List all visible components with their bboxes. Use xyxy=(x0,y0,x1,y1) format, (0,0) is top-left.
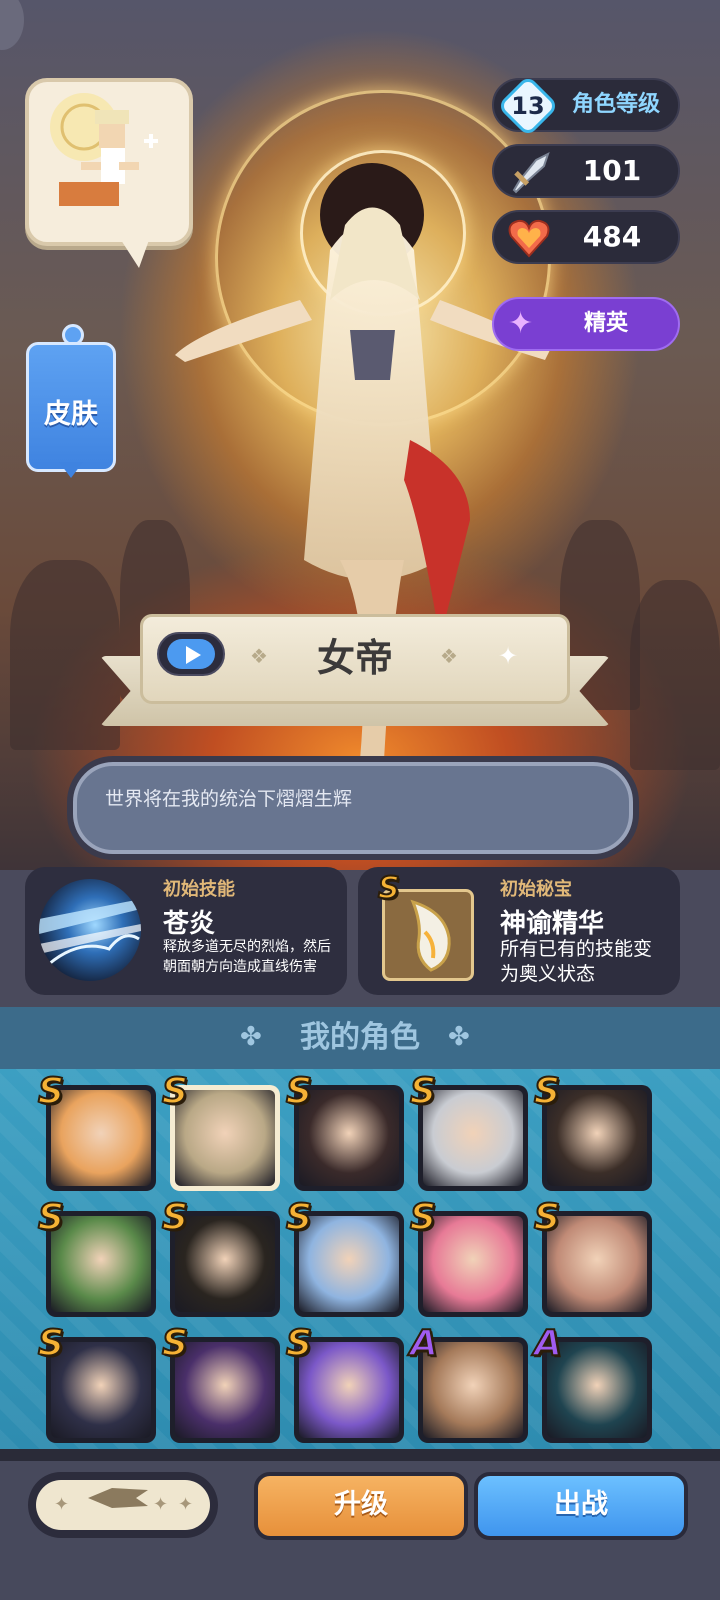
hero-quote: 世界将在我的统治下熠熠生辉 xyxy=(105,788,353,810)
character-slot[interactable]: S xyxy=(37,1070,160,1191)
sword-icon xyxy=(512,152,550,194)
character-portrait xyxy=(547,1342,647,1438)
rank-pill: ✦ 精英 xyxy=(492,297,680,351)
character-slot[interactable]: S xyxy=(409,1196,532,1317)
character-portrait xyxy=(423,1342,523,1438)
character-portrait xyxy=(175,1216,275,1312)
level-pill: 13 角色等级 xyxy=(492,74,680,138)
sparkle-icon: ✦ xyxy=(54,1494,70,1515)
character-portrait xyxy=(51,1216,151,1312)
character-portrait xyxy=(51,1090,151,1186)
character-slot[interactable]: S xyxy=(161,1196,284,1317)
voice-play-button[interactable] xyxy=(157,632,225,676)
character-slot[interactable]: A xyxy=(409,1322,532,1443)
hero-name-banner: 女帝 ❖ ❖ ✦ xyxy=(100,612,610,747)
treasure-grade: S xyxy=(377,870,401,907)
initial-treasure-card[interactable]: S 初始秘宝 神谕精华 所有已有的技能变为奥义状态 xyxy=(358,867,680,995)
character-portrait xyxy=(547,1216,647,1312)
character-portrait xyxy=(175,1090,275,1186)
fleur-icon: ✤ xyxy=(448,1022,470,1052)
sparkle-icon: ✦ xyxy=(178,1494,194,1515)
back-button[interactable]: ✦ ✦ ✦ xyxy=(28,1472,218,1538)
character-grade: S xyxy=(285,1196,313,1239)
character-grade: S xyxy=(161,1322,189,1365)
deploy-button[interactable]: 出战 xyxy=(474,1472,688,1540)
banner-tip xyxy=(59,462,83,478)
bottom-rim xyxy=(0,1449,720,1461)
character-slot[interactable]: S xyxy=(161,1070,284,1191)
character-portrait xyxy=(547,1090,647,1186)
character-portrait xyxy=(423,1090,523,1186)
character-roster: S S S S S S S S S S S S S A A xyxy=(0,1069,720,1449)
blue-flame-skill-icon xyxy=(39,879,141,981)
ornament-icon: ❖ xyxy=(440,644,458,668)
sparkle-icon: ✦ xyxy=(508,306,534,341)
character-slot[interactable]: S xyxy=(533,1196,656,1317)
hero-quote-box: 世界将在我的统治下熠熠生辉 xyxy=(73,762,633,854)
character-grade: S xyxy=(37,1196,65,1239)
character-grade: S xyxy=(285,1070,313,1113)
skill-caption: 初始技能 xyxy=(163,879,235,900)
character-grade: S xyxy=(533,1070,561,1113)
character-slot[interactable]: S xyxy=(409,1070,532,1191)
character-portrait xyxy=(51,1342,151,1438)
character-grade: S xyxy=(161,1196,189,1239)
sparkle-icon: ✦ xyxy=(498,642,519,670)
skin-button[interactable]: 皮肤 xyxy=(26,324,116,487)
character-grade: S xyxy=(37,1070,65,1113)
initial-skill-card[interactable]: 初始技能 苍炎 释放多道无尽的烈焰，然后朝面朝方向造成直线伤害 xyxy=(25,867,347,995)
level-label: 角色等级 xyxy=(571,92,660,117)
level-value: 13 xyxy=(511,92,545,120)
character-grade: S xyxy=(533,1196,561,1239)
pixel-avatar-icon xyxy=(50,93,158,206)
attack-pill: 101 xyxy=(492,144,680,198)
sparkle-icon: ✦ xyxy=(153,1494,169,1515)
rank-label: 精英 xyxy=(583,311,628,336)
character-slot[interactable]: S xyxy=(161,1322,284,1443)
character-slot[interactable]: S xyxy=(285,1322,408,1443)
health-pill: 484 xyxy=(492,210,680,264)
character-portrait xyxy=(299,1216,399,1312)
treasure-caption: 初始秘宝 xyxy=(500,879,572,900)
character-slot[interactable]: S xyxy=(285,1070,408,1191)
character-slot[interactable]: S xyxy=(37,1322,160,1443)
character-grade: A xyxy=(409,1322,439,1365)
character-grade: S xyxy=(409,1070,437,1113)
character-slot[interactable]: S xyxy=(37,1196,160,1317)
character-portrait xyxy=(175,1342,275,1438)
character-slot[interactable]: S xyxy=(285,1196,408,1317)
character-slot[interactable]: A xyxy=(533,1322,656,1443)
roster-title: 我的角色 xyxy=(300,1020,420,1055)
hero-pixel-portrait[interactable] xyxy=(25,78,193,268)
character-grade: S xyxy=(285,1322,313,1365)
skill-name: 苍炎 xyxy=(163,909,216,939)
character-portrait xyxy=(423,1216,523,1312)
character-slot[interactable]: S xyxy=(533,1070,656,1191)
treasure-description: 所有已有的技能变为奥义状态 xyxy=(500,938,653,985)
skill-description: 释放多道无尽的烈焰，然后朝面朝方向造成直线伤害 xyxy=(163,939,331,975)
heart-icon xyxy=(508,219,550,258)
character-portrait xyxy=(299,1090,399,1186)
character-portrait xyxy=(299,1342,399,1438)
treasure-name: 神谕精华 xyxy=(500,909,605,939)
health-value: 484 xyxy=(582,220,642,253)
skin-label: 皮肤 xyxy=(44,399,98,430)
character-grade: S xyxy=(161,1070,189,1113)
character-grade: S xyxy=(37,1322,65,1365)
character-grade: A xyxy=(533,1322,563,1365)
character-grade: S xyxy=(409,1196,437,1239)
attack-value: 101 xyxy=(582,154,642,187)
ornament-icon: ❖ xyxy=(250,644,268,668)
upgrade-button[interactable]: 升级 xyxy=(254,1472,468,1540)
play-icon xyxy=(186,646,201,664)
